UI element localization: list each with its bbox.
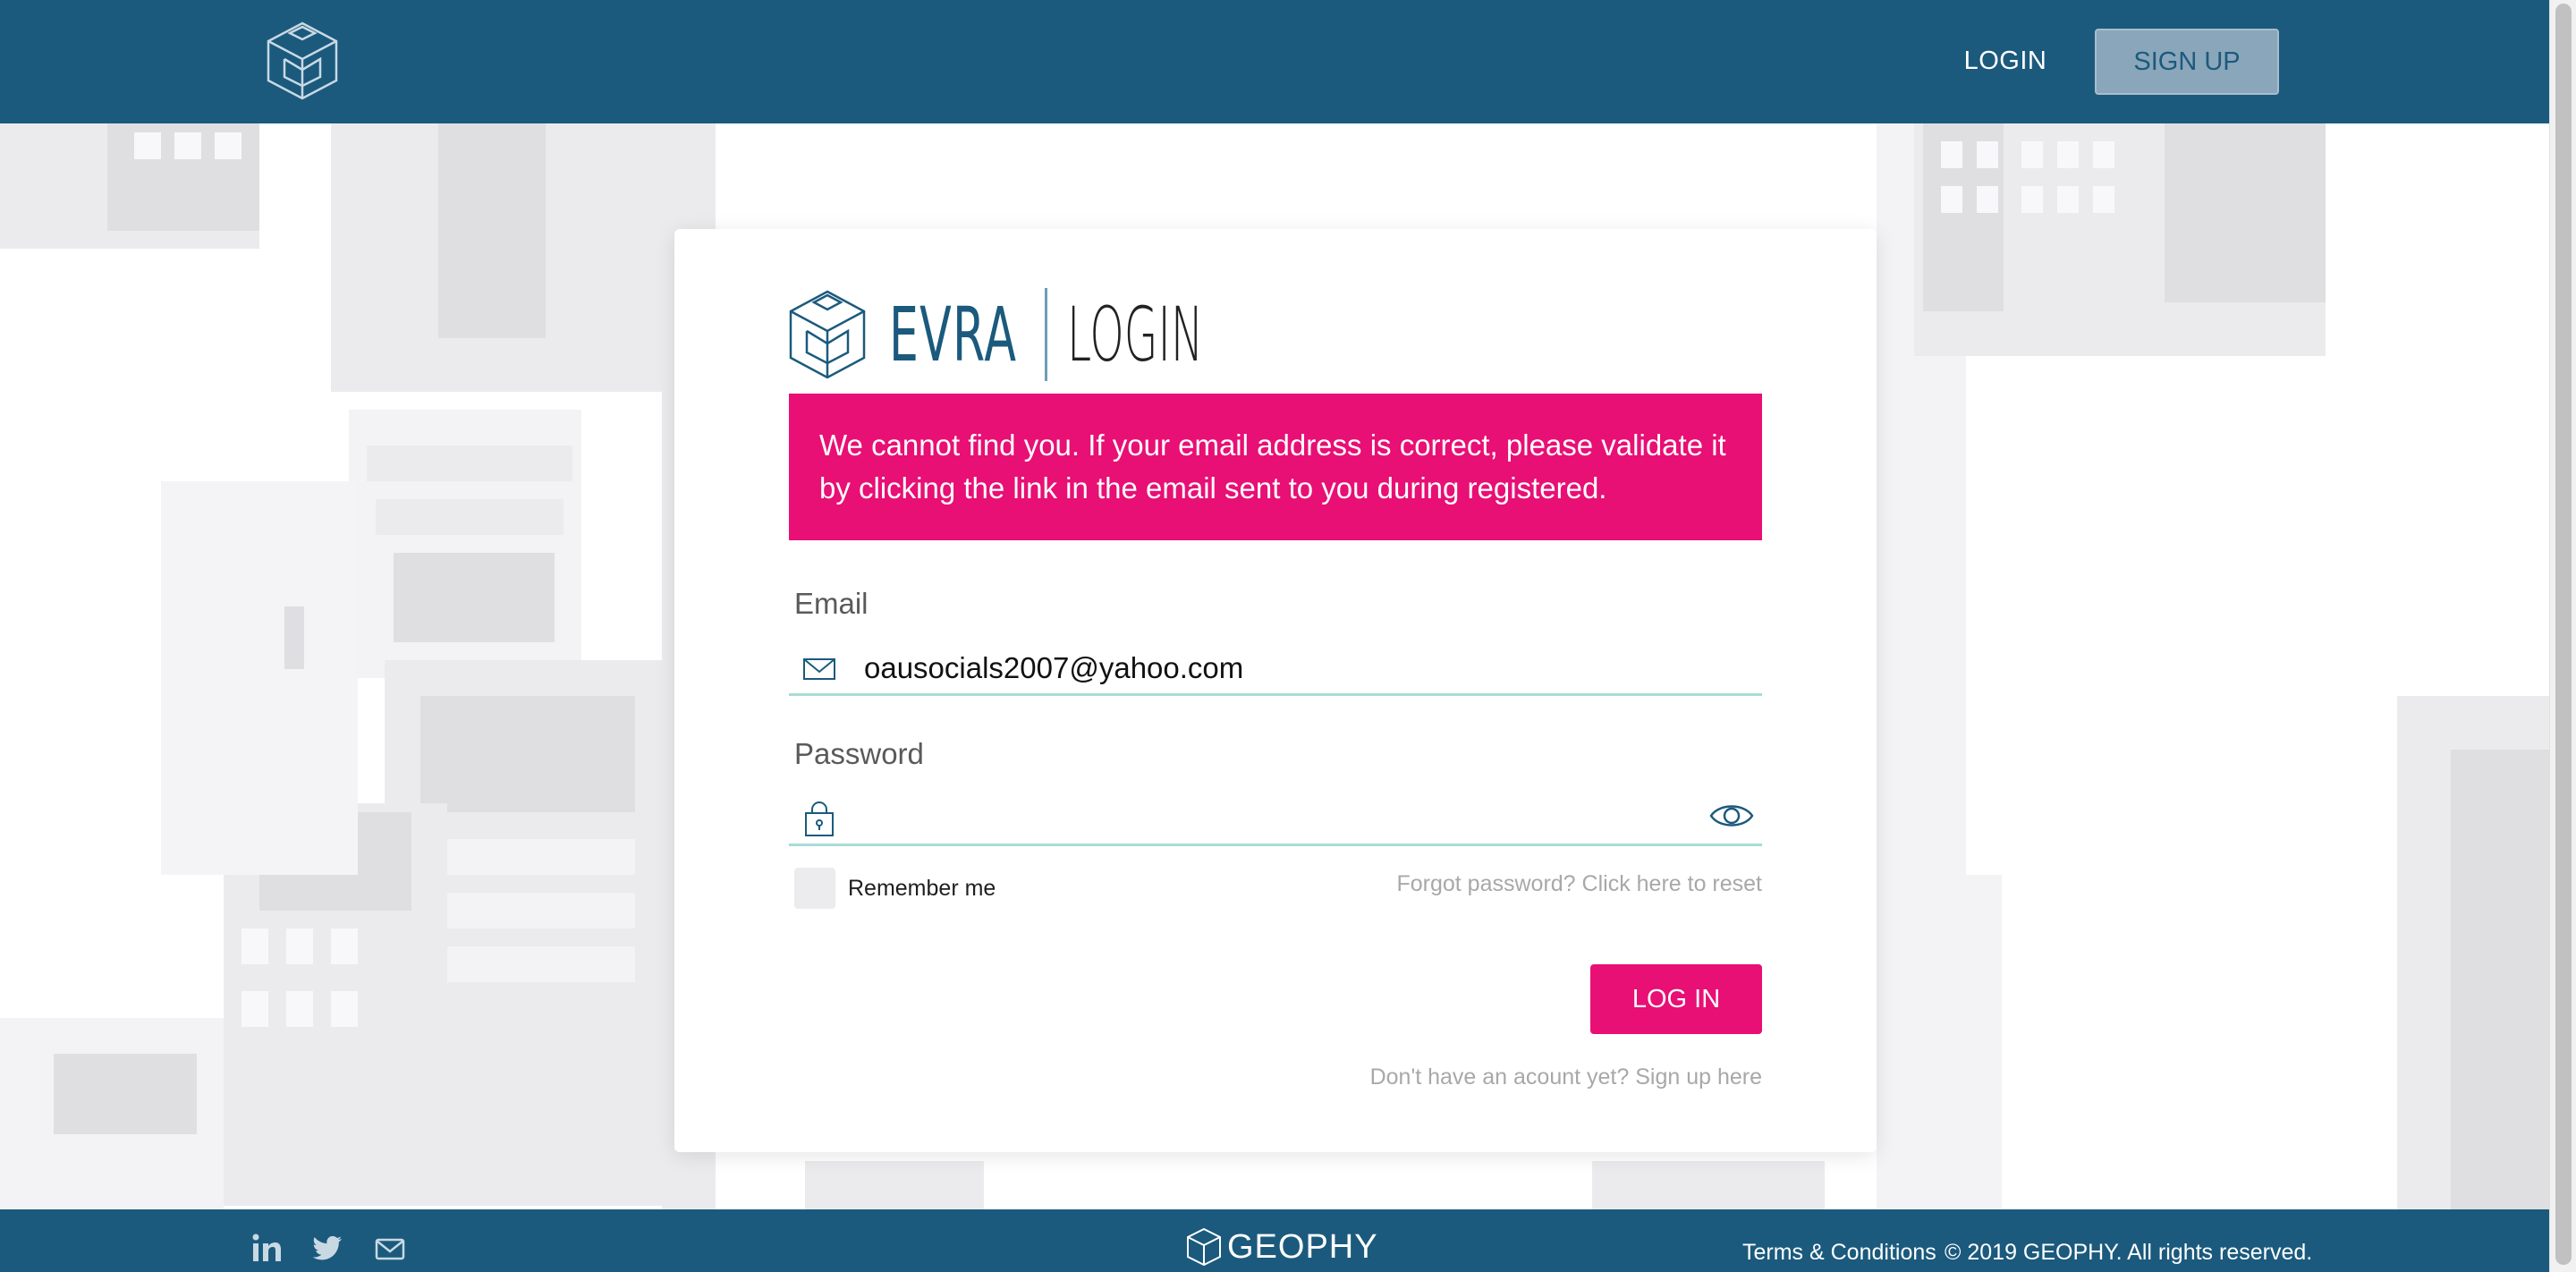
brand-divider [1045,288,1047,381]
brand-header: EVRA LOGIN [787,284,1302,385]
top-header: LOGIN SIGN UP [0,0,2549,123]
cube-logo-icon [1187,1227,1221,1267]
page-scrollbar[interactable] [2549,0,2576,1272]
footer-brand: GEOPHY [1186,1227,1378,1267]
nav-signup-button[interactable]: SIGN UP [2095,29,2279,95]
password-field[interactable] [789,791,1762,846]
page-title: LOGIN [1067,291,1204,378]
footer: GEOPHY Terms & Conditions © 2019 GEOPHY.… [0,1209,2549,1272]
scrollbar-thumb[interactable] [2555,4,2572,1265]
envelope-icon [803,658,835,680]
error-alert: We cannot find you. If your email addres… [789,394,1762,540]
signup-link[interactable]: Don't have an acount yet? Sign up here [1370,1064,1762,1090]
mail-icon[interactable] [374,1233,406,1265]
remember-me-checkbox[interactable] [794,868,835,909]
remember-me-label: Remember me [848,875,996,901]
copyright-text: © 2019 GEOPHY. All rights reserved. [1945,1240,2313,1265]
footer-brand-name: GEOPHY [1227,1227,1378,1266]
email-label: Email [794,587,869,620]
eye-icon[interactable] [1708,798,1755,834]
linkedin-icon[interactable] [250,1233,283,1265]
password-label: Password [794,737,924,770]
cube-logo-icon[interactable] [265,20,340,102]
login-card: EVRA LOGIN We cannot find you. If your e… [674,229,1877,1152]
email-field[interactable] [789,640,1762,696]
terms-link[interactable]: Terms & Conditions [1742,1240,1936,1266]
email-input[interactable] [864,648,1669,689]
login-button[interactable]: LOG IN [1590,964,1762,1034]
twitter-icon[interactable] [311,1233,343,1265]
remember-me[interactable]: Remember me [794,868,996,909]
brand-name: EVRA [889,291,1018,378]
nav-login-link[interactable]: LOGIN [1943,27,2068,95]
lock-icon [805,801,834,836]
forgot-password-link[interactable]: Forgot password? Click here to reset [1396,871,1762,897]
cube-logo-icon [789,290,866,379]
password-input[interactable] [864,798,1669,839]
